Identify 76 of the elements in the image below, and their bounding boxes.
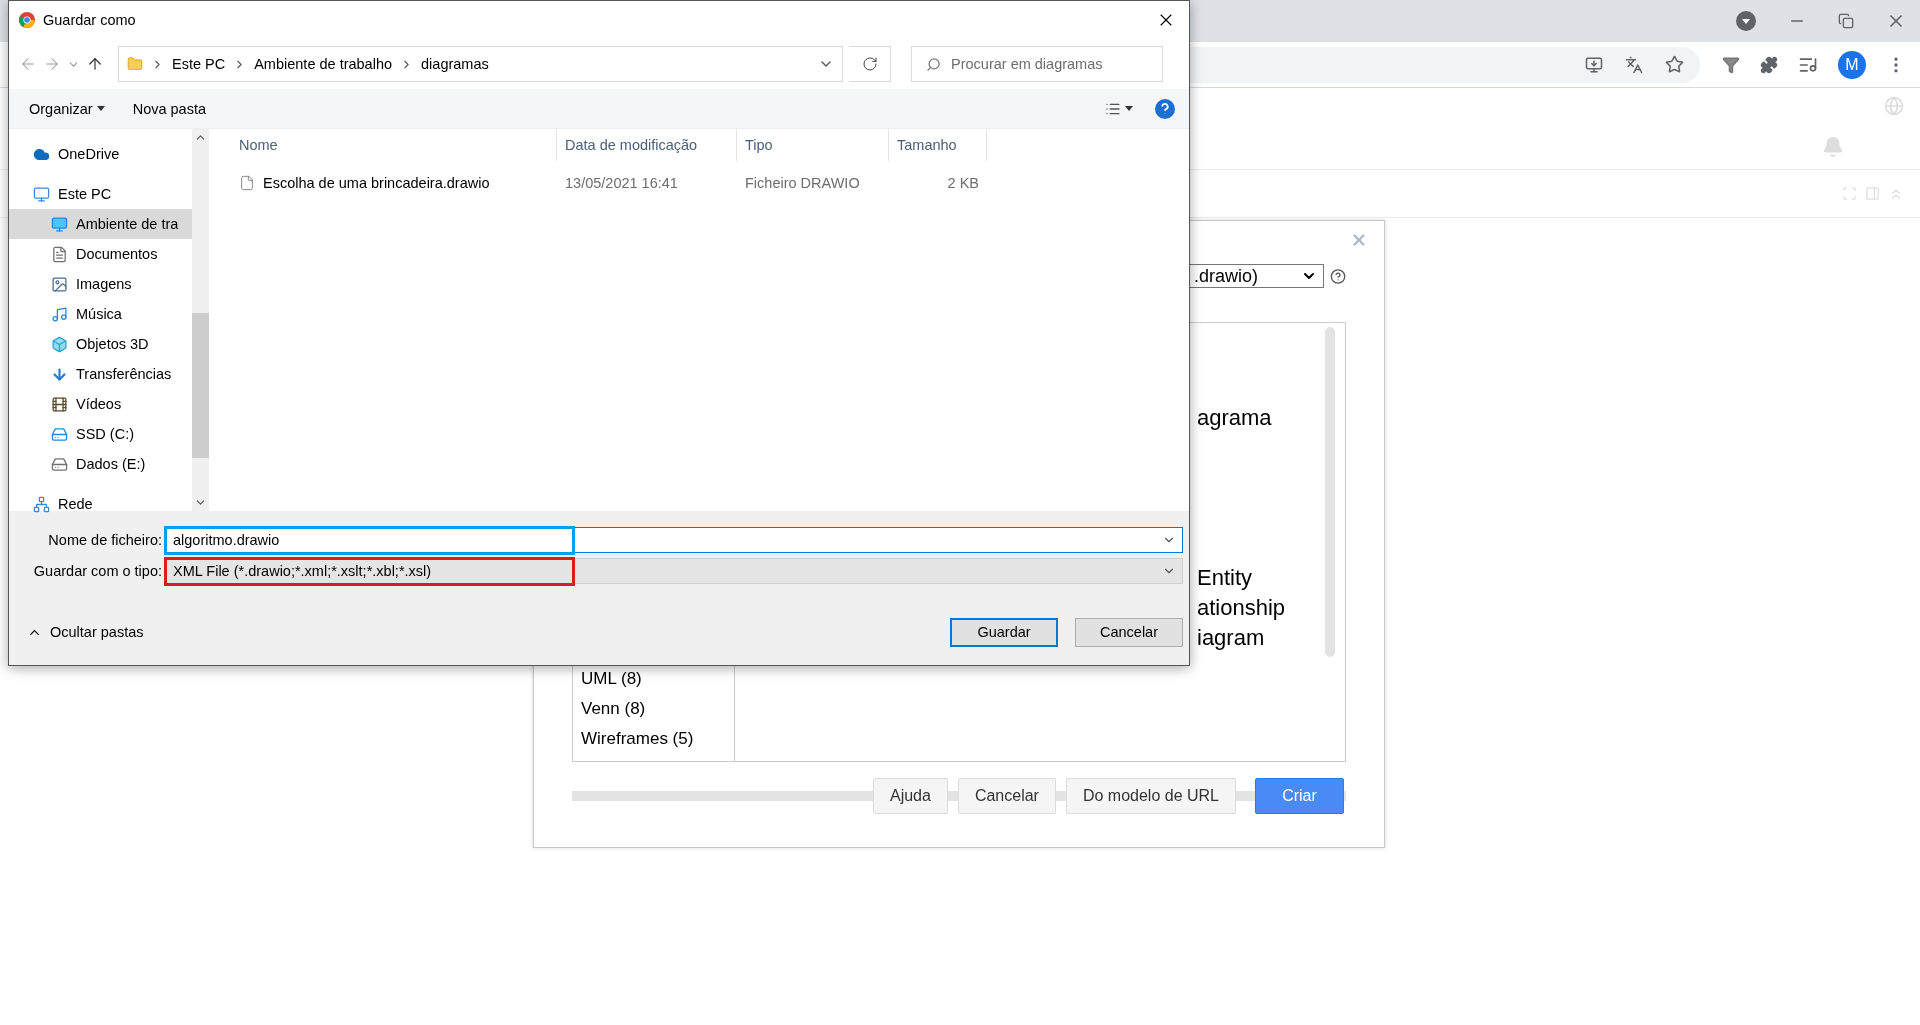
profile-avatar[interactable]: M [1838, 50, 1866, 79]
column-header[interactable]: Tipo [737, 129, 889, 161]
star-icon[interactable] [1665, 55, 1684, 74]
category-item[interactable]: Wireframes (5) [581, 729, 734, 749]
template-title[interactable]: agrama [1197, 403, 1286, 433]
folder-item[interactable]: SSD (C:) [9, 419, 192, 449]
dialog-button[interactable]: Guardar [950, 617, 1058, 647]
install-icon[interactable] [1585, 55, 1603, 74]
breadcrumb-item[interactable]: Este PC [172, 56, 226, 72]
column-header[interactable]: Tamanho [889, 129, 987, 161]
help-icon[interactable] [1329, 267, 1346, 285]
network-icon [33, 495, 50, 513]
document-icon [51, 245, 68, 263]
category-item[interactable]: UML (8) [581, 669, 734, 689]
folder-item[interactable]: Transferências [9, 359, 192, 389]
filename-field[interactable]: algoritmo.drawio [165, 527, 1183, 553]
folder-item[interactable]: OneDrive [9, 139, 192, 169]
breadcrumb-item[interactable]: Ambiente de trabalho [254, 56, 393, 72]
dialog-button[interactable]: Ajuda [872, 778, 948, 814]
file-name: Escolha de uma brincadeira.drawio [263, 175, 490, 191]
toolbar-button[interactable]: Nova pasta [126, 96, 213, 121]
computer-icon [33, 185, 50, 203]
search-icon [926, 56, 941, 72]
toolbar-button[interactable]: Organizar [23, 96, 111, 121]
hide-folders-button[interactable]: Ocultar pastas [21, 623, 150, 641]
caret-icon [1125, 106, 1133, 111]
folder-item[interactable]: Este PC [9, 179, 192, 209]
translate-icon[interactable] [1625, 55, 1643, 74]
search-field[interactable]: Procurar em diagramas [911, 46, 1163, 82]
column-header[interactable]: Data de modificação [557, 129, 737, 161]
forward-icon[interactable] [43, 55, 61, 73]
window-title: Guardar como [43, 12, 136, 28]
dialog-button[interactable]: Cancelar [957, 778, 1056, 814]
folder-item[interactable]: Documentos [9, 239, 192, 269]
column-header[interactable]: Nome [231, 129, 557, 161]
scrollbar[interactable] [192, 129, 209, 511]
caret-icon [96, 106, 105, 111]
music-note-icon [51, 305, 68, 323]
category-item[interactable]: Venn (8) [581, 699, 734, 719]
file-row[interactable]: Escolha de uma brincadeira.drawio 13/05/2021 16:41 Ficheiro DRAWIO 2 KB [231, 168, 1189, 198]
folder-item[interactable]: Vídeos [9, 389, 192, 419]
help-icon[interactable] [1155, 98, 1175, 119]
drive-icon [51, 455, 68, 473]
folder-item[interactable]: Dados (E:) [9, 449, 192, 479]
folder-item[interactable]: Ambiente de tra [9, 209, 192, 239]
dialog-button[interactable]: Do modelo de URL [1065, 778, 1236, 814]
folder-icon [127, 56, 143, 72]
breadcrumb-item[interactable]: diagramas [421, 56, 489, 72]
folder-item[interactable]: Rede [9, 489, 192, 519]
file-icon [239, 175, 255, 191]
refresh-button[interactable] [849, 46, 891, 82]
folder-item[interactable]: Objetos 3D [9, 329, 192, 359]
file-size: 2 KB [947, 175, 979, 191]
picture-icon [51, 275, 68, 293]
back-icon[interactable] [19, 55, 37, 73]
drive-icon [51, 425, 68, 443]
address-bar[interactable]: Este PC Ambiente de trabalho diagramas [118, 46, 843, 82]
tab-search-icon[interactable] [1736, 11, 1756, 31]
folder-item[interactable]: Imagens [9, 269, 192, 299]
film-icon [51, 395, 68, 413]
puzzle-icon[interactable] [1760, 55, 1778, 74]
field-label: Guardar com o tipo: [32, 563, 162, 579]
restore-icon[interactable] [1838, 13, 1854, 29]
refresh-icon [861, 56, 878, 72]
dialog-button[interactable]: Cancelar [1075, 617, 1183, 647]
file-type-select[interactable]: XML File (*.drawio;*.xml;*.xslt;*.xbl;*.xsl) [165, 558, 1183, 584]
file-date: 13/05/2021 16:41 [565, 175, 678, 191]
cube-icon [51, 335, 68, 353]
template-title[interactable]: Entity ationship iagram [1197, 563, 1286, 653]
field-label: Nome de ficheiro: [47, 532, 162, 548]
browser-logo-icon [19, 12, 35, 28]
file-type: Ficheiro DRAWIO [745, 175, 860, 191]
folder-item[interactable]: Música [9, 299, 192, 329]
funnel-icon[interactable] [1722, 55, 1740, 74]
monitor-icon [51, 215, 68, 233]
scrollbar[interactable] [1325, 327, 1335, 657]
